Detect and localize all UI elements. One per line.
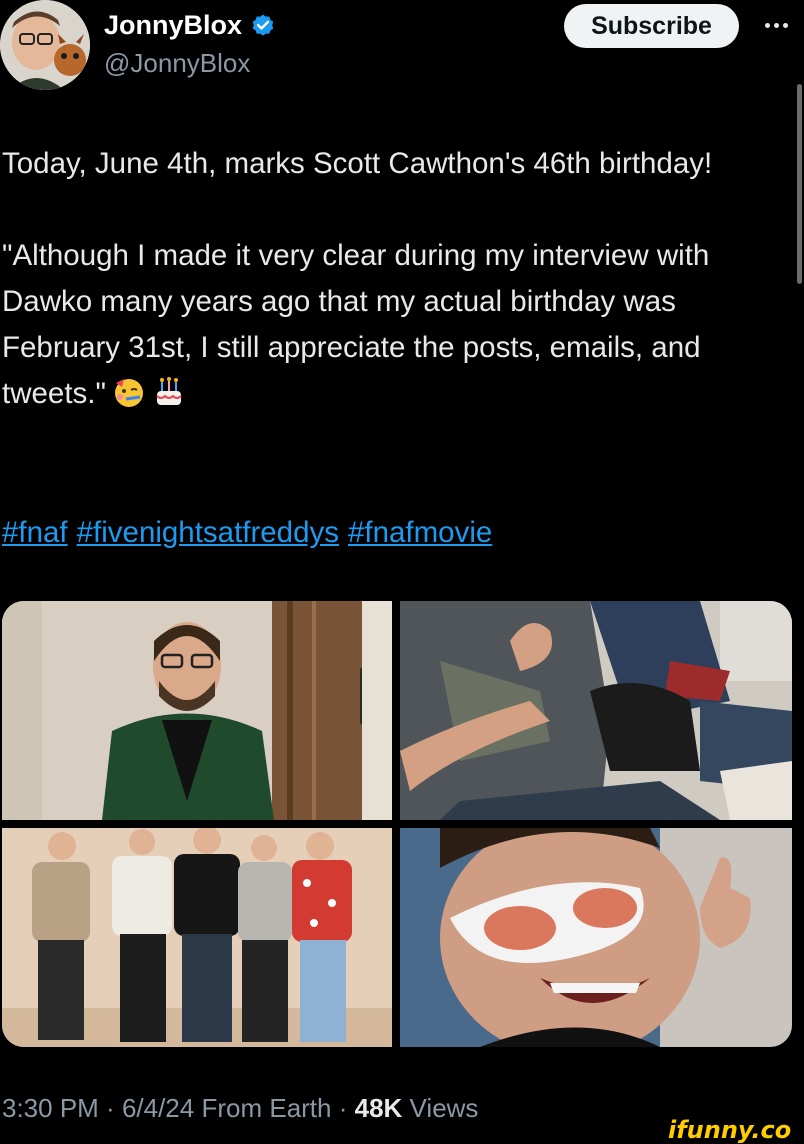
tweet-date[interactable]: 6/4/24 [122, 1093, 194, 1123]
display-name-text: JonnyBlox [104, 10, 243, 40]
display-name[interactable]: JonnyBlox [104, 10, 276, 41]
tweet-page: JonnyBlox @JonnyBlox Subscribe Today, Ju… [0, 0, 804, 1144]
tweet-location: From Earth [201, 1093, 332, 1123]
more-options-icon[interactable] [758, 10, 794, 40]
hashtag-fnafmovie[interactable]: #fnafmovie [348, 516, 492, 549]
tweet-paragraph-1: Today, June 4th, marks Scott Cawthon's 4… [2, 147, 713, 180]
user-handle[interactable]: @JonnyBlox [104, 48, 250, 79]
tweet-quote-text: "Although I made it very clear during my… [2, 239, 710, 410]
hashtag-fivenightsatfreddys[interactable]: #fivenightsatfreddys [77, 516, 339, 549]
verified-badge-icon [250, 13, 276, 39]
avatar[interactable] [0, 0, 90, 90]
partying-face-emoji-icon [112, 375, 146, 409]
birthday-cake-emoji-icon [152, 375, 186, 409]
tweet-time[interactable]: 3:30 PM [2, 1093, 99, 1123]
photo-man-white-sunglasses[interactable] [400, 828, 792, 1047]
photo-group-of-five[interactable] [2, 828, 392, 1047]
tweet-meta: 3:30 PM · 6/4/24 From Earth · 48K Views [2, 1093, 479, 1123]
hashtag-fnaf[interactable]: #fnaf [2, 516, 68, 549]
tweet-body: Today, June 4th, marks Scott Cawthon's 4… [2, 141, 798, 417]
views-count: 48K [354, 1093, 403, 1123]
tweet-paragraph-2: "Although I made it very clear during my… [2, 233, 798, 417]
ifunny-watermark: ifunny.co [668, 1116, 792, 1144]
hashtag-list: #fnaf #fivenightsatfreddys #fnafmovie [2, 510, 501, 556]
views-label: Views [409, 1093, 479, 1123]
media-grid [2, 601, 792, 1047]
photo-man-green-jacket[interactable] [2, 601, 392, 820]
photo-seated-people[interactable] [400, 601, 792, 820]
subscribe-button[interactable]: Subscribe [564, 4, 739, 48]
